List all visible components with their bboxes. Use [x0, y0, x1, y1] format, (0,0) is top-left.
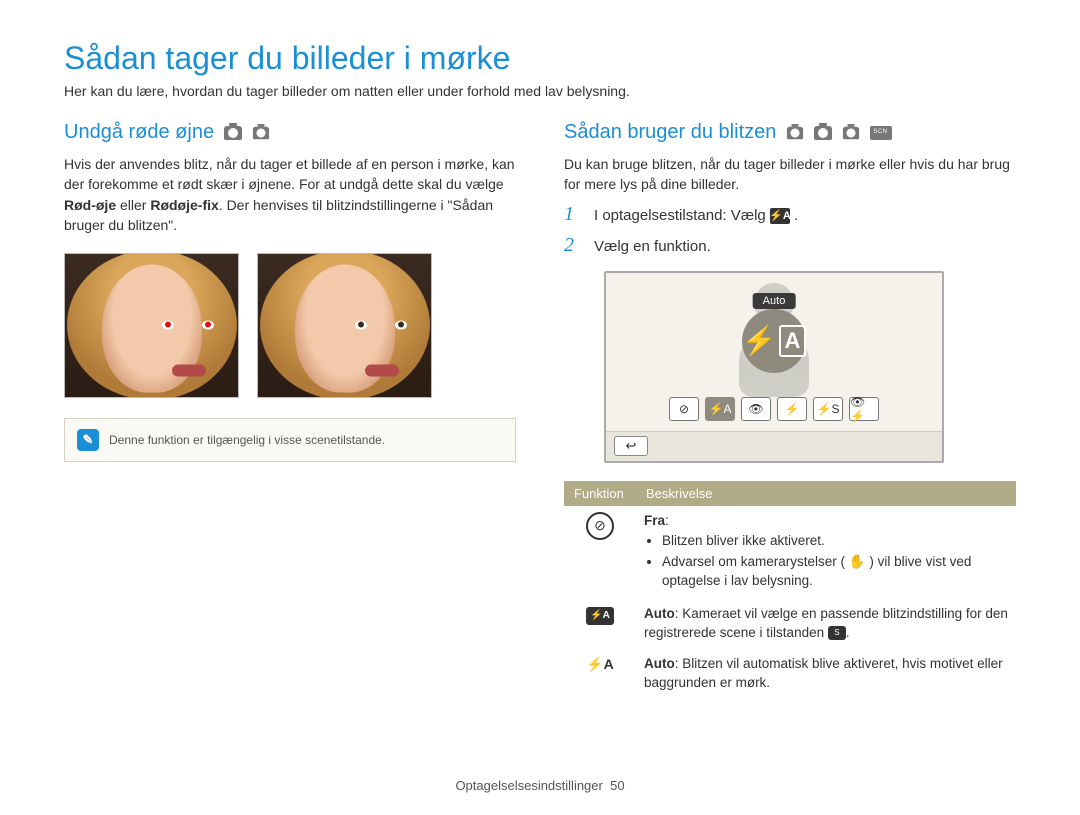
page-title: Sådan tager du billeder i mørke	[64, 40, 1016, 77]
flash-intro: Du kan bruge blitzen, når du tager bille…	[564, 154, 1016, 195]
bold-term: Rød-øje	[64, 197, 116, 213]
camera-mode-icon	[253, 126, 269, 139]
camera-mode-icon	[814, 126, 832, 140]
step-number: 1	[564, 203, 582, 226]
flash-off-icon: ⊘	[586, 512, 614, 540]
row-desc: : Blitzen vil automatisk blive aktiveret…	[644, 656, 1003, 690]
text: eller	[116, 197, 150, 213]
flash-auto-icon: ⚡A	[586, 656, 614, 672]
redeye-body: Hvis der anvendes blitz, når du tager et…	[64, 154, 516, 235]
note-text: Denne funktion er tilgængelig i visse sc…	[109, 433, 385, 447]
bolt-icon: ⚡	[742, 324, 777, 357]
text: Advarsel om kamerarystelser ( ✋ ) vil bl…	[662, 554, 971, 588]
text: Hvis der anvendes blitz, når du tager et…	[64, 156, 515, 192]
example-photo-redeye	[64, 253, 239, 398]
list-item: Blitzen bliver ikke aktiveret.	[662, 532, 1008, 551]
step-1: 1 I optagelsestilstand: Vælg ⚡A .	[564, 203, 1016, 226]
example-photo-pair	[64, 253, 516, 398]
note-icon: ✎	[77, 429, 99, 451]
row-desc: .	[846, 625, 850, 640]
scene-mode-icon	[870, 126, 892, 140]
step-text: .	[794, 207, 798, 224]
flash-mode-label: Auto	[753, 293, 796, 309]
section-heading-flash: Sådan bruger du blitzen	[564, 121, 1016, 144]
flash-auto-icon: ⚡A	[770, 208, 790, 224]
camera-mode-icon	[787, 126, 803, 139]
example-photo-fixed	[257, 253, 432, 398]
camera-mode-icon	[843, 126, 859, 139]
table-row: ⚡A Auto: Blitzen vil automatisk blive ak…	[564, 649, 1016, 699]
heading-text: Undgå røde øjne	[64, 121, 214, 144]
bold-term: Rødøje-fix	[150, 197, 218, 213]
step-number: 2	[564, 234, 582, 257]
table-header-description: Beskrivelse	[636, 481, 1016, 506]
step-text: Vælg en funktion.	[594, 238, 711, 255]
smart-mode-icon: S	[828, 626, 846, 640]
function-table: Funktion Beskrivelse ⊘ Fra: Blitzen bliv…	[564, 481, 1016, 699]
flash-auto-smart-icon: ⚡A	[586, 607, 614, 625]
footer-section: Optagelselsesindstillinger	[455, 778, 602, 793]
auto-letter: A	[779, 325, 807, 357]
heading-text: Sådan bruger du blitzen	[564, 121, 776, 144]
table-row: ⊘ Fra: Blitzen bliver ikke aktiveret. Ad…	[564, 506, 1016, 600]
list-item: Advarsel om kamerarystelser ( ✋ ) vil bl…	[662, 553, 1008, 591]
table-header-function: Funktion	[564, 481, 636, 506]
flash-option-slow[interactable]: ⚡S	[813, 397, 843, 421]
row-title: Auto	[644, 656, 675, 671]
camera-mode-icon	[224, 126, 242, 140]
row-title: Auto	[644, 606, 675, 621]
flash-option-redeye[interactable]: 👁	[741, 397, 771, 421]
note-box: ✎ Denne funktion er tilgængelig i visse …	[64, 418, 516, 462]
flash-option-redeye-fix[interactable]: 👁⚡	[849, 397, 879, 421]
footer-page-number: 50	[610, 778, 624, 793]
flash-option-row: ⊘ ⚡A 👁 ⚡ ⚡S 👁⚡	[669, 397, 879, 421]
row-desc: : Kameraet vil vælge en passende blitzin…	[644, 606, 1008, 640]
back-button[interactable]: ↩	[614, 436, 648, 456]
row-title: Fra	[644, 513, 665, 528]
flash-option-on[interactable]: ⚡	[777, 397, 807, 421]
flash-option-auto[interactable]: ⚡A	[705, 397, 735, 421]
step-2: 2 Vælg en funktion.	[564, 234, 1016, 257]
camera-screen-illustration: Auto ⚡ A ⊘ ⚡A 👁 ⚡ ⚡S 👁⚡ ↩	[604, 271, 944, 463]
table-row: ⚡A Auto: Kameraet vil vælge en passende …	[564, 599, 1016, 649]
step-text: I optagelsestilstand: Vælg	[594, 207, 770, 224]
page-subtitle: Her kan du lære, hvordan du tager billed…	[64, 83, 1016, 99]
flash-mode-big-icon: ⚡ A	[742, 309, 806, 373]
page-footer: Optagelselsesindstillinger 50	[0, 778, 1080, 793]
section-heading-redeye: Undgå røde øjne	[64, 121, 516, 144]
flash-option-off[interactable]: ⊘	[669, 397, 699, 421]
